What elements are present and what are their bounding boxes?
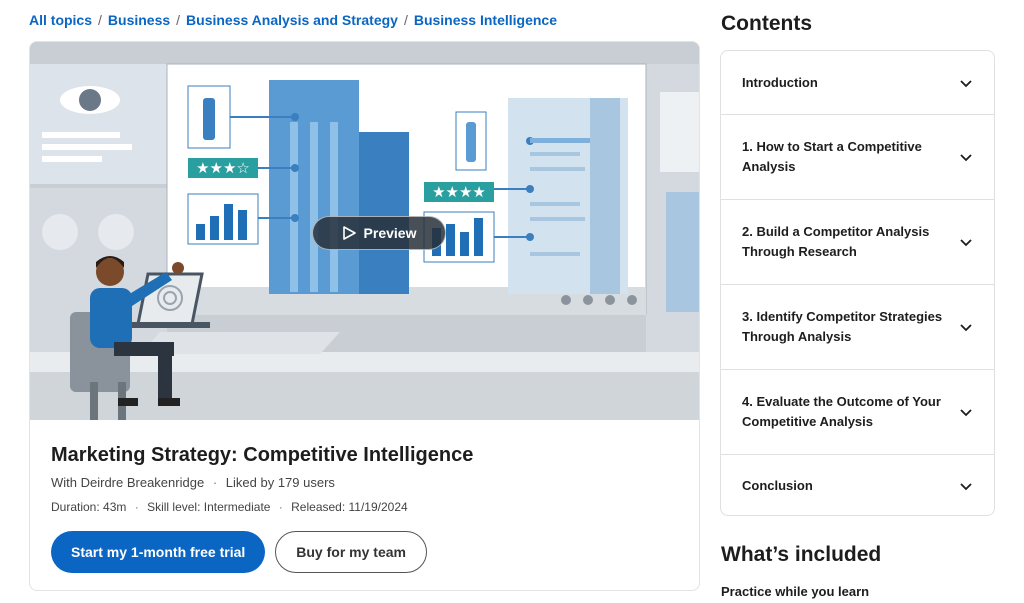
course-meta: Duration: 43m · Skill level: Intermediat…	[51, 500, 680, 514]
course-title: Marketing Strategy: Competitive Intellig…	[51, 444, 474, 466]
breadcrumb-business-intelligence[interactable]: Business Intelligence	[414, 12, 557, 28]
breadcrumb-separator: /	[403, 12, 408, 28]
course-card: ★★★☆ ★★★★ Preview Marketing Strategy: Co…	[29, 41, 700, 591]
chevron-down-icon	[960, 239, 972, 247]
breadcrumb: All topics / Business / Business Analysi…	[29, 12, 557, 28]
course-release-date: Released: 11/19/2024	[291, 500, 408, 514]
toc-item-label: Conclusion	[742, 478, 813, 493]
meta-separator: ·	[278, 500, 283, 514]
chevron-down-icon	[960, 483, 972, 491]
breadcrumb-separator: /	[176, 12, 181, 28]
meta-separator: ·	[134, 500, 139, 514]
chevron-down-icon	[960, 154, 972, 162]
start-free-trial-button[interactable]: Start my 1-month free trial	[51, 531, 266, 573]
preview-label: Preview	[363, 225, 417, 241]
toc-item-label: 2. Build a Competitor Analysis Through R…	[742, 224, 930, 259]
toc-item-chapter-4[interactable]: 4. Evaluate the Outcome of Your Competit…	[721, 370, 994, 455]
practice-while-learn: Practice while you learn	[721, 584, 870, 599]
whats-included-heading: What’s included	[721, 543, 882, 566]
chevron-down-icon	[960, 409, 972, 417]
breadcrumb-all-topics[interactable]: All topics	[29, 12, 92, 28]
rating-stars-left: ★★★☆	[196, 159, 250, 177]
course-info: Marketing Strategy: Competitive Intellig…	[30, 420, 699, 590]
preview-button[interactable]: Preview	[312, 216, 446, 250]
course-author: With Deirdre Breakenridge	[51, 475, 205, 490]
toc-item-label: 1. How to Start a Competitive Analysis	[742, 139, 922, 174]
toc-item-label: 4. Evaluate the Outcome of Your Competit…	[742, 394, 941, 429]
contents-list: Introduction 1. How to Start a Competiti…	[720, 50, 995, 516]
breadcrumb-business[interactable]: Business	[108, 12, 170, 28]
course-actions: Start my 1-month free trial Buy for my t…	[51, 531, 680, 573]
course-byline: With Deirdre Breakenridge · Liked by 179…	[51, 475, 680, 490]
toc-item-introduction[interactable]: Introduction	[721, 51, 994, 115]
course-duration: Duration: 43m	[51, 500, 127, 514]
toc-item-conclusion[interactable]: Conclusion	[721, 455, 994, 515]
breadcrumb-separator: /	[98, 12, 102, 28]
toc-item-label: 3. Identify Competitor Strategies Throug…	[742, 309, 943, 344]
course-hero-image[interactable]: ★★★☆ ★★★★ Preview	[30, 42, 699, 420]
toc-item-label: Introduction	[742, 74, 818, 90]
play-icon	[342, 226, 356, 240]
chevron-down-icon	[960, 324, 972, 332]
toc-item-chapter-3[interactable]: 3. Identify Competitor Strategies Throug…	[721, 285, 994, 370]
rating-stars-right: ★★★★	[432, 183, 486, 201]
contents-heading: Contents	[721, 12, 812, 35]
toc-item-chapter-2[interactable]: 2. Build a Competitor Analysis Through R…	[721, 200, 994, 285]
buy-for-team-button[interactable]: Buy for my team	[275, 531, 427, 573]
course-skill-level: Skill level: Intermediate	[147, 500, 271, 514]
chevron-down-icon	[960, 79, 972, 87]
breadcrumb-business-analysis[interactable]: Business Analysis and Strategy	[186, 12, 398, 28]
meta-separator: ·	[212, 475, 218, 490]
course-likes: Liked by 179 users	[225, 475, 335, 490]
toc-item-chapter-1[interactable]: 1. How to Start a Competitive Analysis	[721, 115, 994, 200]
